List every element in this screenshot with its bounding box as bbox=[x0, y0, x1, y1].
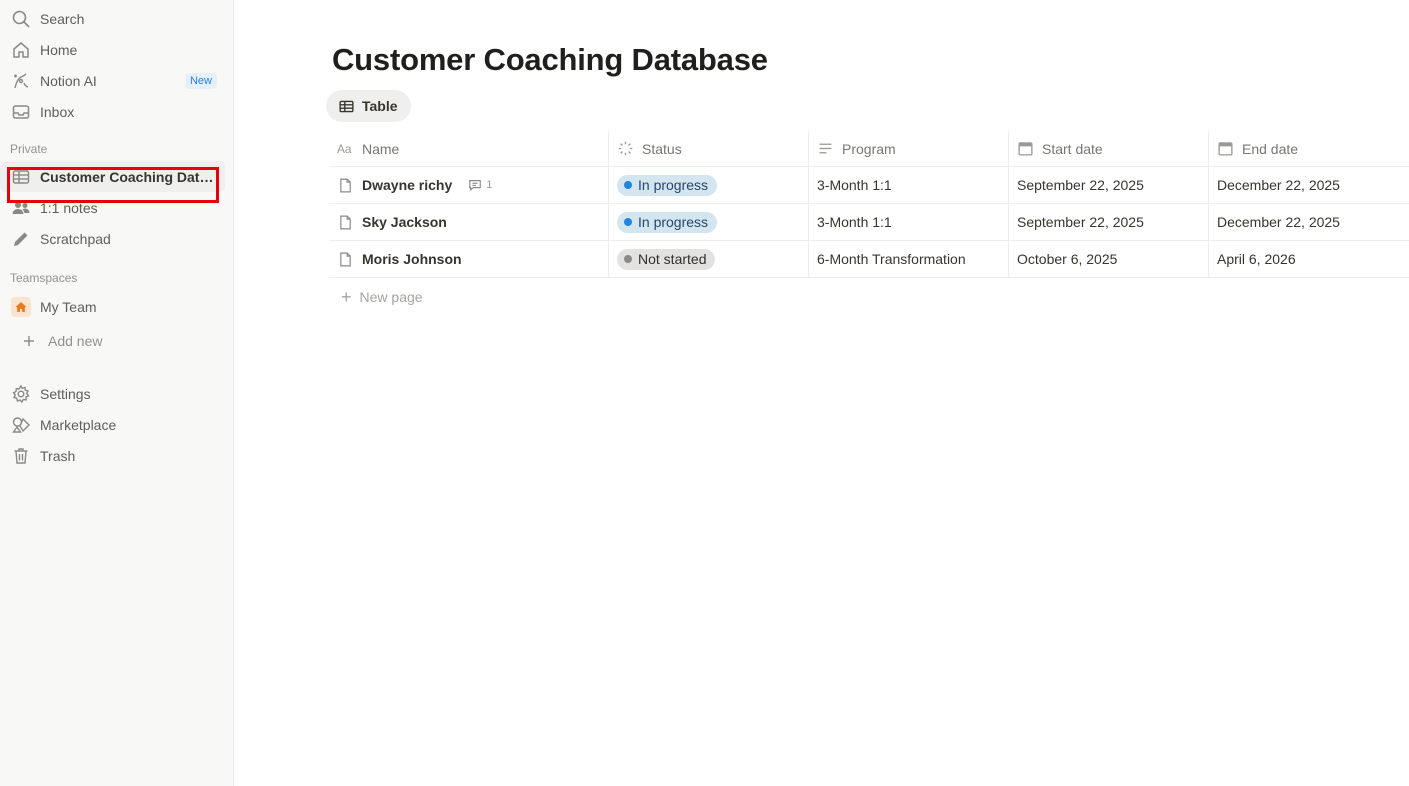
add-new-label: Add new bbox=[48, 332, 103, 349]
start-date-cell[interactable]: September 22, 2025 bbox=[1009, 204, 1209, 240]
name-cell[interactable]: Moris Johnson bbox=[329, 241, 609, 277]
table-row[interactable]: Dwayne richy 1 In progress 3-Month 1:1 S… bbox=[329, 167, 1409, 204]
database-table: Aa Name Status Program Start date End da… bbox=[329, 131, 1409, 315]
program-cell[interactable]: 3-Month 1:1 bbox=[809, 204, 1009, 240]
inbox-icon bbox=[10, 101, 32, 123]
pencil-icon bbox=[10, 228, 32, 250]
column-label: Name bbox=[362, 140, 400, 157]
people-icon bbox=[10, 197, 32, 219]
sidebar-item-marketplace[interactable]: Marketplace bbox=[0, 409, 225, 440]
table-header: Aa Name Status Program Start date End da… bbox=[329, 131, 1409, 167]
page-icon bbox=[340, 215, 351, 229]
svg-text:Aa: Aa bbox=[337, 142, 352, 156]
comment-count-value: 1 bbox=[486, 179, 493, 191]
column-label: Status bbox=[642, 140, 682, 157]
marketplace-icon bbox=[10, 414, 32, 436]
calendar-icon bbox=[1018, 142, 1033, 156]
column-header-end-date[interactable]: End date bbox=[1209, 131, 1409, 166]
start-date-cell[interactable]: October 6, 2025 bbox=[1009, 241, 1209, 277]
status-badge: Not started bbox=[617, 248, 716, 270]
table-icon bbox=[339, 100, 354, 112]
status-cell[interactable]: Not started bbox=[609, 241, 809, 277]
sidebar-item-label: Inbox bbox=[40, 103, 75, 120]
column-header-name[interactable]: Aa Name bbox=[329, 131, 609, 166]
table-icon bbox=[10, 166, 32, 188]
status-property-icon bbox=[618, 141, 633, 156]
sidebar-item-label: Marketplace bbox=[40, 416, 117, 433]
status-text: Not started bbox=[638, 251, 707, 267]
sidebar-item-label: Home bbox=[40, 41, 78, 58]
sidebar-item-label: Search bbox=[40, 10, 85, 27]
gear-icon bbox=[10, 383, 32, 405]
column-header-start-date[interactable]: Start date bbox=[1009, 131, 1209, 166]
column-header-status[interactable]: Status bbox=[609, 131, 809, 166]
add-new-button[interactable]: Add new bbox=[0, 323, 225, 358]
home-icon bbox=[10, 39, 32, 61]
sidebar-item-home[interactable]: Home bbox=[0, 34, 225, 65]
status-text: In progress bbox=[638, 214, 709, 230]
calendar-icon bbox=[1218, 142, 1233, 156]
column-header-program[interactable]: Program bbox=[809, 131, 1009, 166]
new-page-button[interactable]: + New page bbox=[329, 278, 1409, 315]
text-lines-icon bbox=[819, 143, 832, 154]
sidebar-item-inbox[interactable]: Inbox bbox=[0, 96, 225, 127]
sidebar-item-search[interactable]: Search bbox=[0, 3, 225, 34]
sidebar: Search Home Notion AI New Inbox Private bbox=[0, 0, 234, 786]
program-cell[interactable]: 3-Month 1:1 bbox=[809, 167, 1009, 203]
sidebar-item-customer-coaching-database[interactable]: Customer Coaching Data... bbox=[0, 161, 225, 192]
notion-ai-icon bbox=[10, 70, 32, 92]
row-name: Moris Johnson bbox=[362, 251, 462, 267]
sidebar-item-settings[interactable]: Settings bbox=[0, 378, 225, 409]
tab-table-view[interactable]: Table bbox=[326, 90, 411, 122]
page-icon bbox=[340, 178, 351, 192]
sidebar-item-label: Trash bbox=[40, 447, 76, 464]
comment-count[interactable]: 1 bbox=[468, 178, 492, 192]
end-date-cell[interactable]: December 22, 2025 bbox=[1209, 167, 1409, 203]
sidebar-item-label: My Team bbox=[40, 298, 97, 315]
page-icon bbox=[340, 252, 351, 266]
private-section-label: Private bbox=[10, 142, 48, 156]
plus-icon: + bbox=[341, 286, 352, 307]
sidebar-item-trash[interactable]: Trash bbox=[0, 440, 225, 471]
main-content: Customer Coaching Database Table Aa Name… bbox=[234, 0, 1409, 786]
text-property-icon: Aa bbox=[337, 142, 352, 156]
sidebar-item-1-1-notes[interactable]: 1:1 notes bbox=[0, 192, 225, 223]
tab-label: Table bbox=[362, 98, 398, 114]
sidebar-item-label: Scratchpad bbox=[40, 230, 111, 247]
trash-icon bbox=[10, 445, 32, 467]
sidebar-item-my-team[interactable]: My Team bbox=[0, 290, 225, 323]
row-name: Sky Jackson bbox=[362, 214, 447, 230]
new-page-label: New page bbox=[359, 288, 423, 305]
status-badge: In progress bbox=[617, 174, 718, 196]
sidebar-item-scratchpad[interactable]: Scratchpad bbox=[0, 223, 225, 254]
plus-icon bbox=[18, 330, 40, 352]
column-label: Start date bbox=[1042, 140, 1103, 157]
sidebar-item-label: 1:1 notes bbox=[40, 199, 98, 216]
start-date-cell[interactable]: September 22, 2025 bbox=[1009, 167, 1209, 203]
sidebar-item-label: Settings bbox=[40, 385, 91, 402]
table-row[interactable]: Moris Johnson Not started 6-Month Transf… bbox=[329, 241, 1409, 278]
column-label: End date bbox=[1242, 140, 1299, 157]
program-cell[interactable]: 6-Month Transformation bbox=[809, 241, 1009, 277]
row-name: Dwayne richy bbox=[362, 177, 453, 193]
house-icon bbox=[10, 296, 32, 318]
name-cell[interactable]: Sky Jackson bbox=[329, 204, 609, 240]
status-cell[interactable]: In progress bbox=[609, 204, 809, 240]
column-label: Program bbox=[842, 140, 896, 157]
sidebar-item-label: Customer Coaching Data... bbox=[40, 168, 217, 185]
search-icon bbox=[10, 8, 32, 30]
teamspaces-section-label: Teamspaces bbox=[10, 271, 78, 285]
new-badge: New bbox=[184, 72, 217, 89]
end-date-cell[interactable]: April 6, 2026 bbox=[1209, 241, 1409, 277]
name-cell[interactable]: Dwayne richy 1 bbox=[329, 167, 609, 203]
status-cell[interactable]: In progress bbox=[609, 167, 809, 203]
page-title: Customer Coaching Database bbox=[332, 42, 768, 77]
status-text: In progress bbox=[638, 177, 709, 193]
end-date-cell[interactable]: December 22, 2025 bbox=[1209, 204, 1409, 240]
table-row[interactable]: Sky Jackson In progress 3-Month 1:1 Sept… bbox=[329, 204, 1409, 241]
sidebar-item-notion-ai[interactable]: Notion AI New bbox=[0, 65, 225, 96]
comment-icon bbox=[469, 180, 482, 192]
sidebar-item-label: Notion AI bbox=[40, 72, 97, 89]
status-badge: In progress bbox=[617, 211, 718, 233]
